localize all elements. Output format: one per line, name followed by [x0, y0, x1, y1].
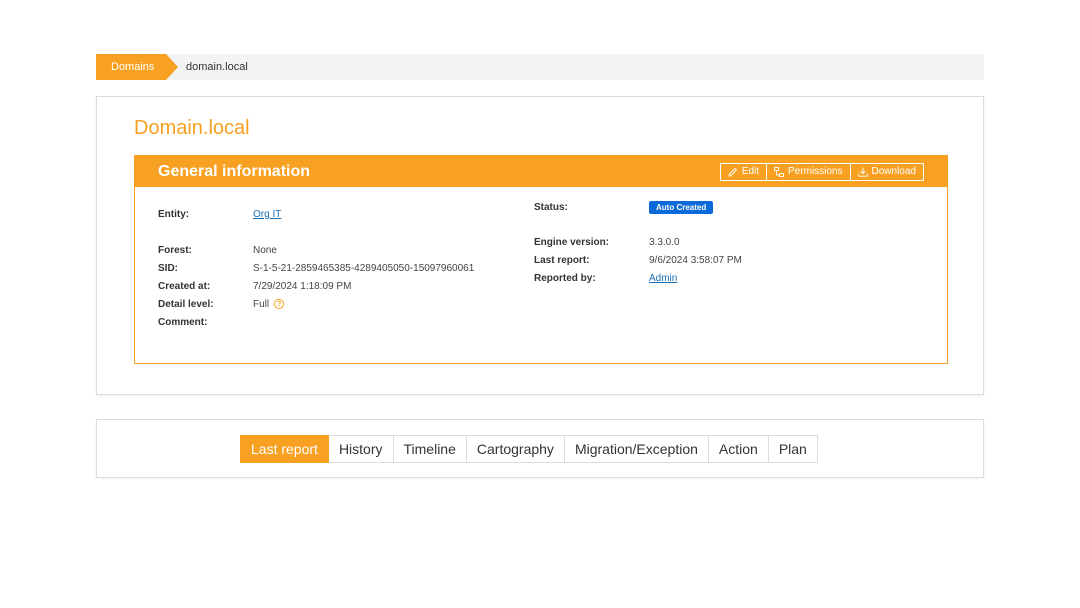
domain-card: Domain.local General information Edit Pe…: [96, 96, 984, 395]
download-label: Download: [871, 166, 916, 177]
sid-label: SID:: [158, 263, 178, 274]
created-at-row: Created at: 7/29/2024 1:18:09 PM: [158, 281, 351, 292]
created-at-value: 7/29/2024 1:18:09 PM: [253, 281, 352, 292]
detail-level-value: Full: [253, 299, 270, 310]
edit-button[interactable]: Edit: [719, 162, 768, 181]
breadcrumb-current: domain.local: [186, 61, 248, 73]
forest-value: None: [253, 245, 277, 256]
download-button[interactable]: Download: [850, 162, 924, 181]
sid-row: SID: S-1-5-21-2859465385-4289405050-1509…: [158, 263, 474, 274]
detail-level-row: Detail level: Full ?: [158, 299, 285, 310]
engine-version-row: Engine version: 3.3.0.0: [534, 237, 680, 248]
forest-row: Forest: None: [158, 245, 277, 256]
tab-timeline[interactable]: Timeline: [393, 435, 467, 463]
entity-label: Entity:: [158, 209, 190, 220]
comment-label: Comment:: [158, 317, 208, 328]
tab-plan[interactable]: Plan: [768, 435, 818, 463]
page-title: Domain.local: [134, 117, 250, 139]
panel-actions: Edit Permissions Download: [719, 162, 924, 181]
permissions-label: Permissions: [788, 166, 843, 177]
status-row: Status: Auto Created: [534, 201, 714, 214]
reported-by-link[interactable]: Admin: [649, 273, 677, 284]
help-icon[interactable]: ?: [274, 299, 285, 309]
tab-history[interactable]: History: [328, 435, 394, 463]
hierarchy-icon: [774, 166, 784, 177]
status-badge: Auto Created: [649, 201, 714, 214]
entity-link[interactable]: Org IT: [253, 209, 281, 220]
engine-version-value: 3.3.0.0: [649, 237, 680, 248]
permissions-button[interactable]: Permissions: [767, 162, 851, 181]
tab-bar: Last report History Timeline Cartography…: [240, 435, 818, 463]
reported-by-row: Reported by: Admin: [534, 273, 677, 284]
panel-title: General information: [158, 162, 311, 180]
engine-version-label: Engine version:: [534, 237, 610, 248]
comment-row: Comment:: [158, 317, 253, 328]
panel-header: General information Edit Permissions Dow…: [135, 156, 947, 187]
tab-action[interactable]: Action: [708, 435, 769, 463]
last-report-label: Last report:: [534, 255, 590, 266]
download-icon: [857, 167, 868, 177]
forest-label: Forest:: [158, 245, 192, 256]
tabs-card: Last report History Timeline Cartography…: [96, 419, 984, 478]
sid-value: S-1-5-21-2859465385-4289405050-150979600…: [253, 263, 475, 274]
pencil-icon: [728, 167, 737, 177]
breadcrumb-domains-link[interactable]: Domains: [96, 54, 178, 80]
detail-level-label: Detail level:: [158, 299, 214, 310]
entity-row: Entity: Org IT: [158, 209, 281, 220]
reported-by-label: Reported by:: [534, 273, 596, 284]
edit-label: Edit: [741, 166, 760, 177]
tab-migration-exception[interactable]: Migration/Exception: [564, 435, 709, 463]
general-information-panel: General information Edit Permissions Dow…: [134, 155, 948, 364]
last-report-row: Last report: 9/6/2024 3:58:07 PM: [534, 255, 742, 266]
last-report-value: 9/6/2024 3:58:07 PM: [649, 255, 742, 266]
tab-cartography[interactable]: Cartography: [466, 435, 565, 463]
status-label: Status:: [534, 202, 568, 213]
tab-last-report[interactable]: Last report: [240, 435, 329, 463]
breadcrumb: Domains domain.local: [96, 54, 984, 80]
created-at-label: Created at:: [158, 281, 211, 292]
